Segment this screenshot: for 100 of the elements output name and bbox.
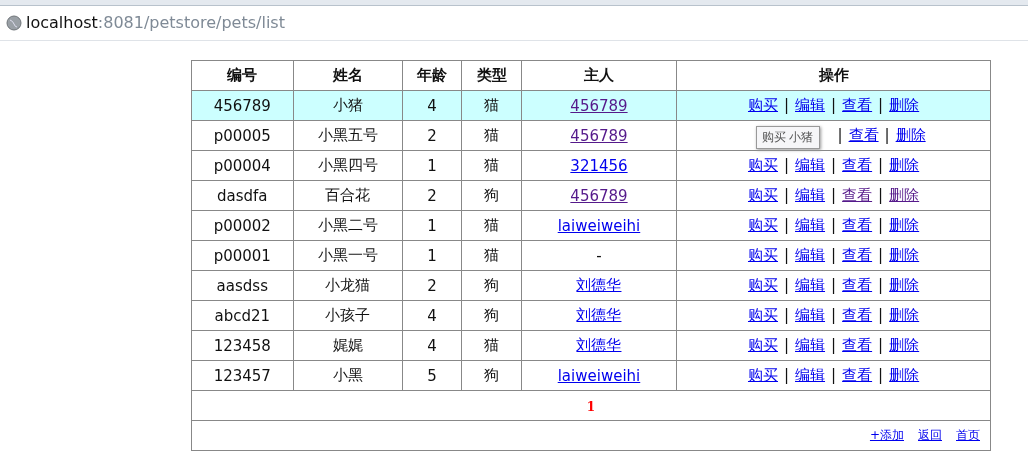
table-cell: 猫 <box>461 90 522 121</box>
table-cell: 小黑二号 <box>293 210 403 241</box>
separator: | <box>831 186 837 204</box>
table-cell: p00005 <box>191 120 294 151</box>
table-cell: 2 <box>402 270 462 301</box>
table-cell: p00001 <box>191 240 294 271</box>
table-cell: 小黑一号 <box>293 240 403 271</box>
action-link[interactable]: 查看 <box>848 126 879 144</box>
action-link[interactable]: 购买 <box>747 366 778 384</box>
action-link[interactable]: 购买 <box>747 306 778 324</box>
action-link[interactable]: 编辑 <box>795 186 826 204</box>
table-cell: 4 <box>402 90 462 121</box>
table-cell: 猫 <box>461 240 522 271</box>
action-link[interactable]: 查看 <box>842 156 873 174</box>
action-link[interactable]: 查看 <box>842 246 873 264</box>
separator: | <box>783 366 790 384</box>
separator: | <box>837 126 843 144</box>
table-cell: 小黑五号 <box>293 120 403 151</box>
page-number[interactable]: 1 <box>586 399 596 414</box>
column-header: 操作 <box>676 60 991 91</box>
table-cell: dasdfa <box>191 180 294 211</box>
action-link[interactable]: 查看 <box>842 336 873 354</box>
action-link[interactable]: 删除 <box>889 306 920 324</box>
action-link[interactable]: 编辑 <box>795 366 826 384</box>
action-link[interactable]: 删除 <box>889 186 920 204</box>
action-link[interactable]: 查看 <box>842 216 873 234</box>
action-link[interactable]: 删除 <box>889 246 920 264</box>
action-link[interactable]: 编辑 <box>795 216 826 234</box>
action-link[interactable]: 编辑 <box>795 276 826 294</box>
footer-link[interactable]: 首页 <box>956 428 980 442</box>
separator: | <box>831 96 837 114</box>
separator: | <box>878 366 884 384</box>
owner-link[interactable]: 刘德华 <box>576 336 622 354</box>
action-link[interactable]: 编辑 <box>795 306 826 324</box>
owner-link[interactable]: 刘德华 <box>576 276 622 294</box>
table-cell: 小黑四号 <box>293 150 403 181</box>
table-cell: 小龙猫 <box>293 270 403 301</box>
table-cell: - <box>521 240 677 271</box>
separator: | <box>878 246 884 264</box>
table-cell: 1 <box>402 150 462 181</box>
table-cell: abcd21 <box>191 300 294 331</box>
table-cell: 4 <box>402 300 462 331</box>
url-field[interactable]: localhost:8081/petstore/pets/list <box>26 13 285 32</box>
action-link[interactable]: 查看 <box>842 276 873 294</box>
table-cell: 猫 <box>461 330 522 361</box>
action-link[interactable]: 编辑 <box>795 336 826 354</box>
action-link[interactable]: 删除 <box>889 276 920 294</box>
action-link[interactable]: 查看 <box>842 96 873 114</box>
separator: | <box>831 336 837 354</box>
action-link[interactable]: 查看 <box>842 186 873 204</box>
table-cell: 456789 <box>191 90 294 121</box>
action-link[interactable]: 购买 <box>747 276 778 294</box>
owner-link[interactable]: 刘德华 <box>576 306 622 324</box>
globe-icon <box>6 14 22 31</box>
action-link[interactable]: 删除 <box>889 216 920 234</box>
action-link[interactable]: 删除 <box>889 366 920 384</box>
footer-link[interactable]: 返回 <box>918 428 942 442</box>
table-cell: 娓娓 <box>293 330 403 361</box>
separator: | <box>783 246 790 264</box>
table-cell: 2 <box>402 180 462 211</box>
action-link[interactable]: 购买 <box>747 156 778 174</box>
action-link[interactable]: 查看 <box>842 366 873 384</box>
table-cell: 狗 <box>461 270 522 301</box>
separator: | <box>878 156 884 174</box>
tooltip: 购买 小猪 <box>755 126 820 149</box>
action-link[interactable]: 购买 <box>747 96 778 114</box>
table-cell: 狗 <box>461 180 522 211</box>
separator: | <box>783 96 790 114</box>
action-link[interactable]: 删除 <box>889 96 920 114</box>
action-link[interactable]: 编辑 <box>795 246 826 264</box>
separator: | <box>831 276 837 294</box>
action-link[interactable]: 删除 <box>895 126 926 144</box>
action-link[interactable]: 编辑 <box>795 156 826 174</box>
column-header: 类型 <box>461 60 522 91</box>
table-cell: 小猪 <box>293 90 403 121</box>
separator: | <box>878 216 884 234</box>
separator: | <box>831 366 837 384</box>
table-cell: p00004 <box>191 150 294 181</box>
table-cell: 2 <box>402 120 462 151</box>
action-link[interactable]: 购买 <box>747 246 778 264</box>
footer-link[interactable]: +添加 <box>869 428 904 442</box>
separator: | <box>831 216 837 234</box>
action-link[interactable]: 删除 <box>889 156 920 174</box>
separator: | <box>878 96 884 114</box>
table-cell: 5 <box>402 360 462 391</box>
separator: | <box>878 276 884 294</box>
separator: | <box>783 336 790 354</box>
table-cell: 猫 <box>461 120 522 151</box>
separator: | <box>878 336 884 354</box>
separator: | <box>831 246 837 264</box>
table-cell: 百合花 <box>293 180 403 211</box>
action-link[interactable]: 编辑 <box>795 96 826 114</box>
table-cell: 小黑 <box>293 360 403 391</box>
action-link[interactable]: 购买 <box>747 336 778 354</box>
action-link[interactable]: 购买 <box>747 216 778 234</box>
action-link[interactable]: 购买 <box>747 186 778 204</box>
column-header: 编号 <box>191 60 294 91</box>
action-link[interactable]: 查看 <box>842 306 873 324</box>
action-link[interactable]: 删除 <box>889 336 920 354</box>
table-cell: 狗 <box>461 300 522 331</box>
